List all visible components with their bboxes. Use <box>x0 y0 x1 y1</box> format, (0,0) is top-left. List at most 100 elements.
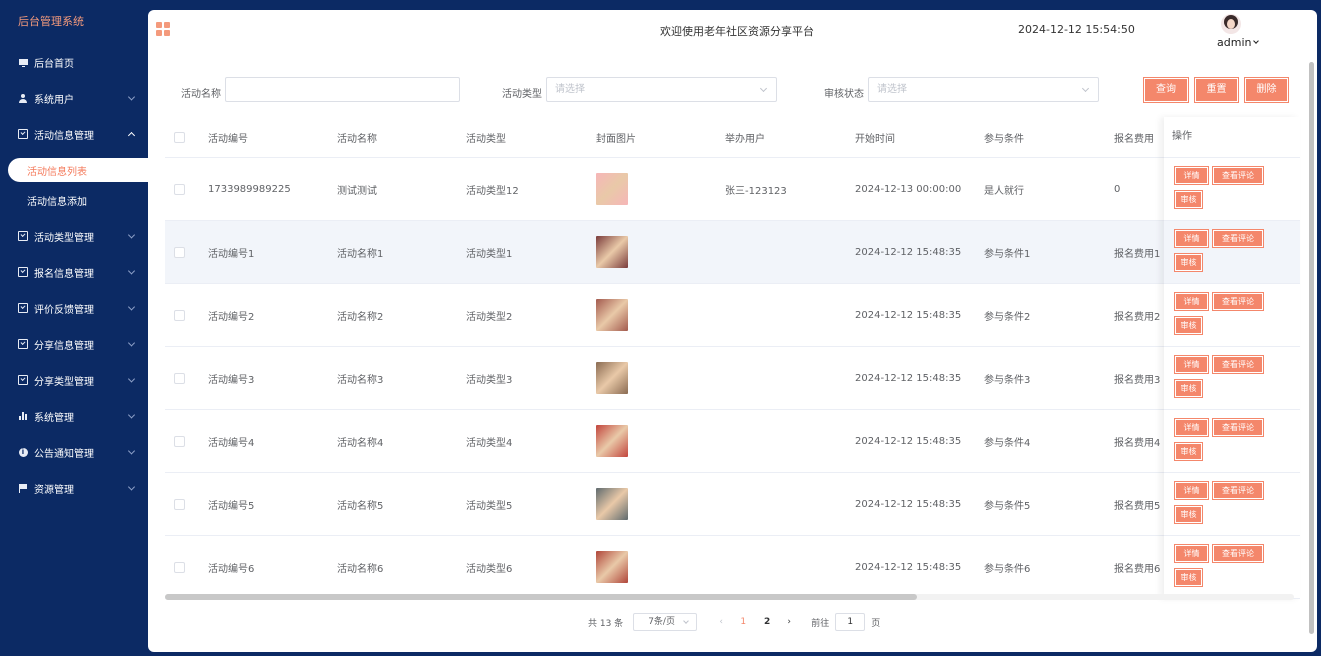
cover-thumbnail[interactable] <box>596 425 628 457</box>
chevron-down-icon <box>683 618 690 624</box>
goto-page-input[interactable]: 1 <box>835 613 866 631</box>
view-comments-button[interactable]: 查看评论 <box>1212 418 1264 437</box>
page-number[interactable]: 1 <box>731 617 755 627</box>
sidebar-item-share-info[interactable]: 分享信息管理 <box>0 326 148 362</box>
cover-thumbnail[interactable] <box>596 551 628 583</box>
datetime-display: 2024-12-12 15:54:50 <box>1018 23 1135 36</box>
grid-menu-icon[interactable] <box>156 22 170 36</box>
audit-button[interactable]: 审核 <box>1174 316 1203 335</box>
sidebar-item-activity-info[interactable]: 活动信息管理 <box>0 116 148 152</box>
cell-condition: 是人就行 <box>984 185 1024 197</box>
detail-button[interactable]: 详情 <box>1174 418 1209 437</box>
page-size-select[interactable]: 7条/页 <box>633 613 698 631</box>
delete-button[interactable]: 删除 <box>1244 77 1289 103</box>
sidebar-item-registration[interactable]: 报名信息管理 <box>0 254 148 290</box>
audit-button[interactable]: 审核 <box>1174 568 1203 587</box>
cell-activity-type: 活动类型4 <box>466 437 513 449</box>
detail-button[interactable]: 详情 <box>1174 481 1209 500</box>
row-checkbox[interactable] <box>165 435 208 447</box>
chevron-up-icon <box>127 131 136 140</box>
audit-status-select[interactable]: 请选择 <box>868 77 1099 102</box>
table-row[interactable]: 1733989989225 测试测试 活动类型12 张三-123123 2024-12-… <box>165 158 1294 221</box>
vertical-scrollbar[interactable] <box>1309 62 1314 634</box>
cell-activity-name: 活动名称1 <box>337 248 384 260</box>
row-checkbox[interactable] <box>165 372 208 384</box>
cell-cover-image <box>596 173 725 205</box>
view-comments-button[interactable]: 查看评论 <box>1212 292 1264 311</box>
table-row[interactable]: 活动编号2 活动名称2 活动类型2 2024-12-12 15:48:35 参与条件2 报… <box>165 284 1294 347</box>
table-row[interactable]: 活动编号6 活动名称6 活动类型6 2024-12-12 15:48:35 参与条件6 报… <box>165 536 1294 599</box>
horizontal-scrollbar[interactable] <box>165 594 1294 600</box>
sidebar: 后台管理系统 后台首页 系统用户 活动信息管理 活动信息列表 活动信息添加 活动… <box>0 0 148 656</box>
operations-cell: 详情 查看评论 审核 <box>1164 284 1300 347</box>
table-row[interactable]: 活动编号1 活动名称1 活动类型1 2024-12-12 15:48:35 参与条件1 报… <box>165 221 1294 284</box>
prev-page-icon[interactable]: ‹ <box>711 617 731 627</box>
audit-button[interactable]: 审核 <box>1174 190 1203 209</box>
column-header: 活动编号 <box>208 133 248 145</box>
user-menu[interactable]: admin <box>1217 36 1260 49</box>
operations-cell: 详情 查看评论 审核 <box>1164 221 1300 284</box>
detail-button[interactable]: 详情 <box>1174 229 1209 248</box>
row-checkbox[interactable] <box>165 183 208 195</box>
next-page-icon[interactable]: › <box>779 617 799 627</box>
cell-activity-no: 活动编号3 <box>208 374 255 386</box>
sidebar-item-system-users[interactable]: 系统用户 <box>0 80 148 116</box>
row-checkbox[interactable] <box>165 498 208 510</box>
sidebar-subitem-activity-add[interactable]: 活动信息添加 <box>0 182 148 218</box>
activity-name-input[interactable] <box>225 77 460 102</box>
audit-button[interactable]: 审核 <box>1174 253 1203 272</box>
sidebar-item-label: 分享信息管理 <box>34 340 94 352</box>
cover-thumbnail[interactable] <box>596 173 628 205</box>
checkbox-icon <box>18 303 28 313</box>
view-comments-button[interactable]: 查看评论 <box>1212 544 1264 563</box>
audit-button[interactable]: 审核 <box>1174 505 1203 524</box>
cover-thumbnail[interactable] <box>596 362 628 394</box>
sidebar-item-feedback[interactable]: 评价反馈管理 <box>0 290 148 326</box>
sidebar-item-label: 活动类型管理 <box>34 232 94 244</box>
welcome-title: 欢迎使用老年社区资源分享平台 <box>660 25 814 38</box>
reset-button[interactable]: 重置 <box>1194 77 1239 103</box>
column-header: 举办用户 <box>725 133 765 145</box>
filter-type-label: 活动类型 <box>502 89 542 100</box>
row-checkbox[interactable] <box>165 309 208 321</box>
select-all-checkbox[interactable] <box>165 131 208 143</box>
page-number[interactable]: 2 <box>755 617 779 627</box>
audit-button[interactable]: 审核 <box>1174 379 1203 398</box>
row-checkbox[interactable] <box>165 561 208 573</box>
pagination: 共 13 条 7条/页 ‹ 1 2 › 前往 1 页 <box>588 613 880 631</box>
view-comments-button[interactable]: 查看评论 <box>1212 166 1264 185</box>
sidebar-subitem-activity-list[interactable]: 活动信息列表 <box>8 158 148 182</box>
table-row[interactable]: 活动编号4 活动名称4 活动类型4 2024-12-12 15:48:35 参与条件4 报… <box>165 410 1294 473</box>
row-checkbox[interactable] <box>165 246 208 258</box>
view-comments-button[interactable]: 查看评论 <box>1212 229 1264 248</box>
cover-thumbnail[interactable] <box>596 299 628 331</box>
checkbox-icon <box>18 231 28 241</box>
sidebar-item-resource[interactable]: 资源管理 <box>0 470 148 506</box>
cover-thumbnail[interactable] <box>596 236 628 268</box>
select-placeholder: 请选择 <box>555 84 585 95</box>
cover-thumbnail[interactable] <box>596 488 628 520</box>
audit-button[interactable]: 审核 <box>1174 442 1203 461</box>
detail-button[interactable]: 详情 <box>1174 544 1209 563</box>
column-header: 开始时间 <box>855 133 895 145</box>
checkbox-icon <box>18 129 28 139</box>
query-button[interactable]: 查询 <box>1143 77 1189 103</box>
column-header: 参与条件 <box>984 133 1024 145</box>
sidebar-item-system-manage[interactable]: 系统管理 <box>0 398 148 434</box>
detail-button[interactable]: 详情 <box>1174 355 1209 374</box>
detail-button[interactable]: 详情 <box>1174 166 1209 185</box>
table-row[interactable]: 活动编号3 活动名称3 活动类型3 2024-12-12 15:48:35 参与条件3 报… <box>165 347 1294 410</box>
avatar[interactable] <box>1221 14 1241 34</box>
cell-activity-type: 活动类型1 <box>466 248 513 260</box>
detail-button[interactable]: 详情 <box>1174 292 1209 311</box>
sidebar-item-label: 公告通知管理 <box>34 448 94 460</box>
goto-prefix: 前往 <box>811 618 830 629</box>
activity-type-select[interactable]: 请选择 <box>546 77 777 102</box>
sidebar-item-home[interactable]: 后台首页 <box>0 44 148 80</box>
sidebar-item-activity-type[interactable]: 活动类型管理 <box>0 218 148 254</box>
sidebar-item-notice[interactable]: i 公告通知管理 <box>0 434 148 470</box>
view-comments-button[interactable]: 查看评论 <box>1212 481 1264 500</box>
sidebar-item-share-type[interactable]: 分享类型管理 <box>0 362 148 398</box>
view-comments-button[interactable]: 查看评论 <box>1212 355 1264 374</box>
table-row[interactable]: 活动编号5 活动名称5 活动类型5 2024-12-12 15:48:35 参与条件5 报… <box>165 473 1294 536</box>
